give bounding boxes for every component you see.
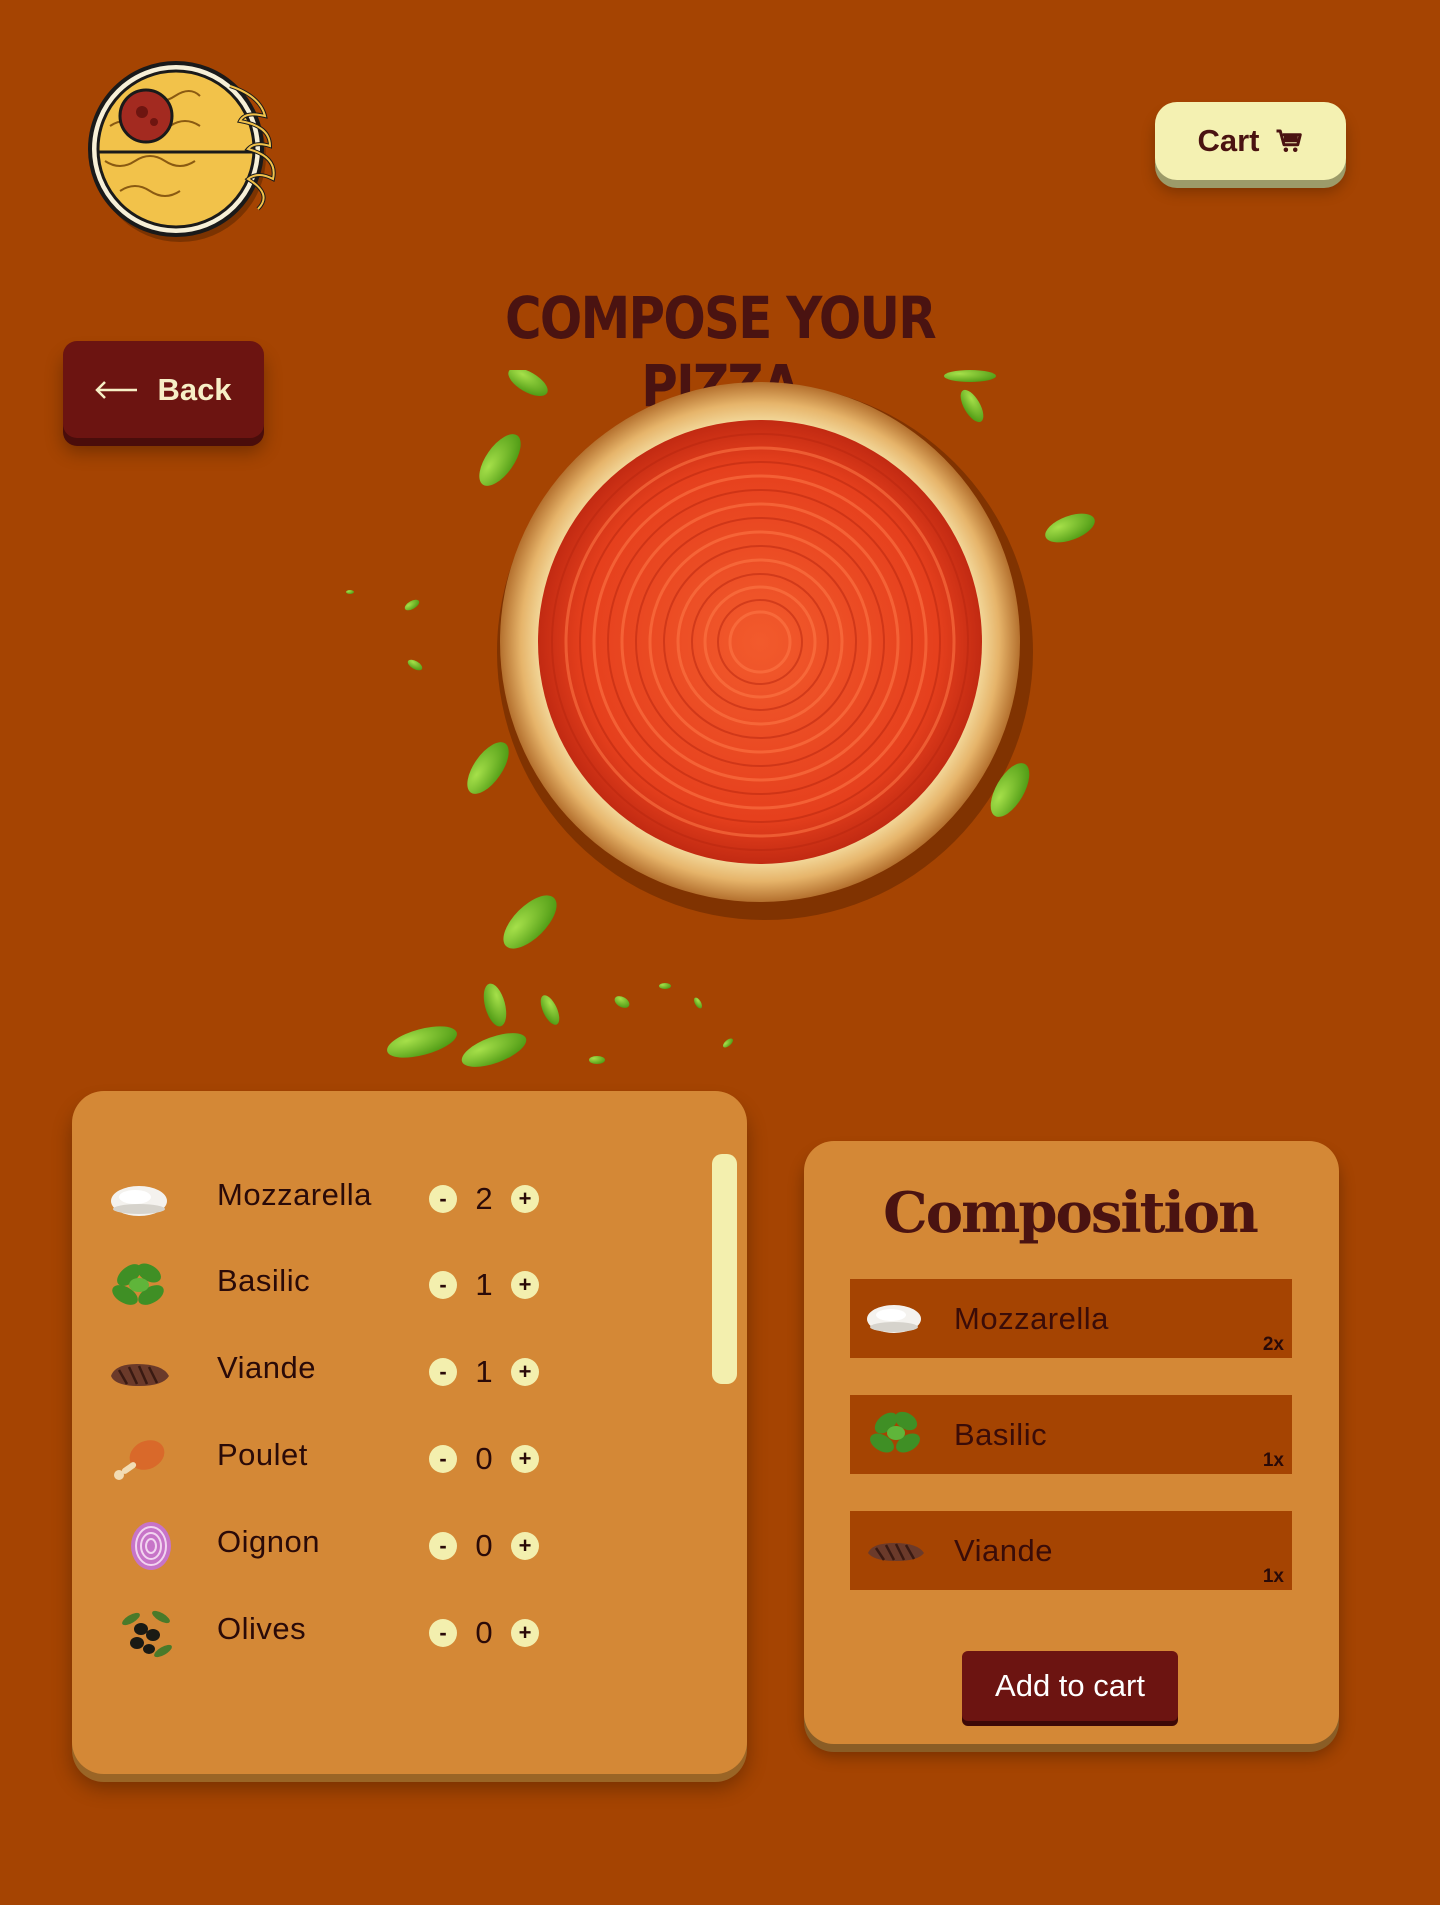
decrement-button[interactable]: - (429, 1619, 457, 1647)
decrement-button[interactable]: - (429, 1445, 457, 1473)
quantity-value: 0 (475, 1528, 493, 1563)
composition-item-qty: 1x (1262, 1566, 1284, 1587)
ingredient-row-basilic: Basilic - 1 + (105, 1255, 555, 1315)
increment-button[interactable]: + (511, 1445, 539, 1473)
increment-button[interactable]: + (511, 1619, 539, 1647)
quantity-value: 2 (475, 1181, 493, 1216)
composition-item: Viande 1x (850, 1511, 1292, 1590)
composition-item-name: Mozzarella (954, 1301, 1109, 1336)
chicken-icon (114, 1440, 165, 1480)
ingredient-row-mozzarella: Mozzarella - 2 + (105, 1169, 555, 1229)
quantity-stepper: - 0 + (429, 1530, 549, 1562)
decrement-button[interactable]: - (429, 1358, 457, 1386)
quantity-value: 1 (475, 1267, 493, 1302)
cart-button[interactable]: Cart (1155, 102, 1346, 180)
ingredient-row-poulet: Poulet - 0 + (105, 1429, 555, 1489)
cart-label: Cart (1197, 123, 1260, 158)
mozzarella-icon (867, 1305, 921, 1333)
pizza-logo-icon[interactable] (80, 56, 286, 242)
ingredient-row-oignon: Oignon - 0 + (105, 1516, 555, 1576)
mozzarella-icon (111, 1186, 167, 1216)
quantity-value: 0 (475, 1441, 493, 1476)
ingredient-row-olives: Olives - 0 + (105, 1603, 555, 1663)
composition-item-qty: 1x (1262, 1450, 1284, 1471)
quantity-value: 1 (475, 1354, 493, 1389)
composition-item: Mozzarella 2x (850, 1279, 1292, 1358)
quantity-stepper: - 2 + (429, 1183, 549, 1215)
decrement-button[interactable]: - (429, 1185, 457, 1213)
ingredient-name: Basilic (217, 1263, 311, 1298)
olives-icon (122, 1610, 172, 1658)
ingredient-name: Olives (217, 1611, 307, 1646)
pizza-preview (340, 368, 1100, 1070)
increment-button[interactable]: + (511, 1358, 539, 1386)
back-label: Back (157, 371, 232, 407)
decrement-button[interactable]: - (429, 1271, 457, 1299)
quantity-stepper: - 1 + (429, 1356, 549, 1388)
page-title: COMPOSE YOUR PIZZA (505, 284, 937, 420)
ingredient-name: Oignon (217, 1524, 320, 1559)
meat-icon (868, 1543, 924, 1561)
composition-item: Basilic 1x (850, 1395, 1292, 1474)
ingredients-scrollbar[interactable] (712, 1154, 737, 1384)
arrow-left-icon (95, 380, 138, 399)
basil-icon (870, 1411, 920, 1453)
increment-button[interactable]: + (511, 1185, 539, 1213)
onion-icon (131, 1522, 171, 1570)
add-to-cart-button[interactable]: Add to cart (962, 1651, 1178, 1721)
composition-title: Composition (883, 1180, 1259, 1246)
ingredient-row-viande: Viande - 1 + (105, 1342, 555, 1402)
quantity-stepper: - 0 + (429, 1617, 549, 1649)
ingredient-name: Poulet (217, 1437, 308, 1472)
ingredient-name: Mozzarella (217, 1177, 372, 1212)
decrement-button[interactable]: - (429, 1532, 457, 1560)
quantity-stepper: - 0 + (429, 1443, 549, 1475)
composition-item-qty: 2x (1262, 1334, 1284, 1355)
ingredient-name: Viande (217, 1350, 316, 1385)
composition-item-name: Basilic (954, 1417, 1048, 1452)
basil-icon (112, 1263, 164, 1305)
increment-button[interactable]: + (511, 1271, 539, 1299)
cart-icon (1276, 129, 1302, 152)
quantity-value: 0 (475, 1615, 493, 1650)
quantity-stepper: - 1 + (429, 1269, 549, 1301)
composition-item-name: Viande (954, 1533, 1053, 1568)
increment-button[interactable]: + (511, 1532, 539, 1560)
back-button[interactable]: Back (63, 341, 264, 438)
meat-icon (111, 1364, 169, 1386)
